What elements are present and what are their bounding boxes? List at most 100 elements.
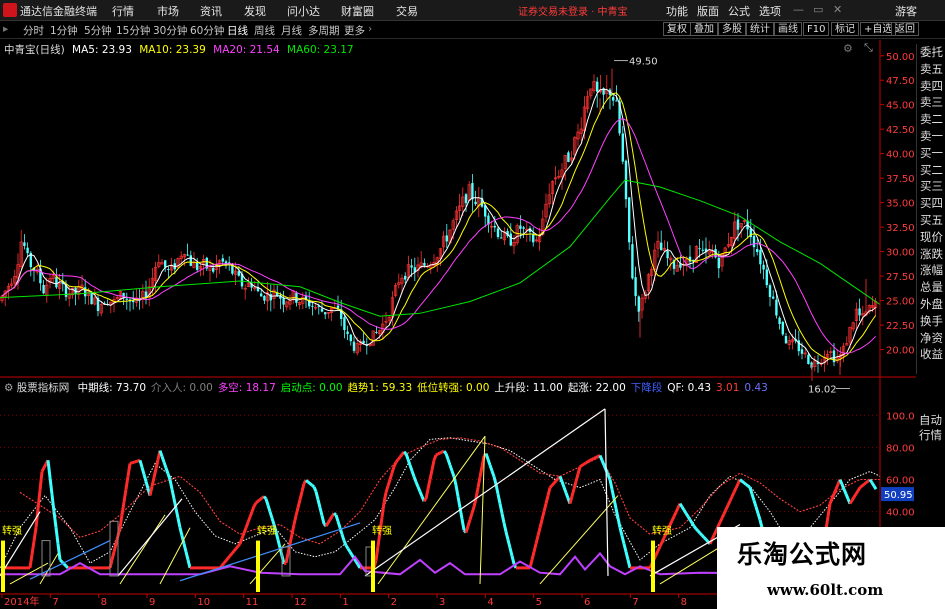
ind-osc-down [164, 467, 170, 475]
ind-osc-up [670, 515, 676, 522]
ind-osc-down [50, 494, 56, 512]
ind-osc-up [437, 451, 441, 456]
ind-osc-up [259, 496, 263, 501]
side-panel-item[interactable]: 卖四 [917, 78, 945, 95]
date-tick-label: 9 [149, 597, 155, 608]
ind-osc-down [184, 551, 190, 561]
ind-osc-down [316, 499, 322, 509]
ind-osc-up [152, 468, 158, 478]
quote-side-panel: 委托 卖五 卖四 卖三 卖二 卖一 买一 买二 买三 买四 买五 现价 涨跌 涨幅 总量 外盘 换手 净资 收益 [916, 44, 945, 374]
side-panel-item[interactable]: 涨跌 [917, 246, 945, 263]
price-tick-label: 22.50 [886, 321, 915, 332]
side-panel-item[interactable]: 买一 [917, 145, 945, 162]
ind-osc-up [718, 517, 724, 524]
ind-osc-up [726, 500, 732, 506]
candle-down [445, 235, 448, 242]
ind-osc-up [126, 463, 132, 477]
date-tick-label: 2014年 [4, 595, 39, 608]
ind-osc-up [552, 479, 558, 485]
side-panel-item[interactable]: 涨幅 [917, 262, 945, 279]
ind-osc-down [678, 502, 684, 508]
ind-osc-down [608, 479, 614, 490]
ma20-line [1, 118, 876, 355]
ind-osc-down [682, 509, 688, 515]
candle-down [768, 285, 772, 298]
ind-osc-down [166, 473, 172, 481]
ind-osc-up [656, 545, 662, 552]
side-panel-item[interactable]: 买二 [917, 162, 945, 179]
ind-osc-up [226, 554, 232, 560]
price-tick-label: 35.00 [886, 199, 915, 210]
indicator-current-label: 50.95 [884, 490, 913, 501]
ind-osc-down [618, 527, 624, 537]
candle-down [807, 354, 810, 365]
ind-osc-down [739, 478, 743, 483]
side-panel-item[interactable]: 换手 [917, 313, 945, 330]
ind-osc-down [754, 506, 760, 514]
candle-down [189, 255, 192, 266]
ind-osc-up [583, 461, 587, 466]
signal-bar [651, 540, 655, 592]
ind-osc-up [430, 459, 436, 471]
side-panel-item[interactable]: 收益 [917, 346, 945, 363]
side-panel-item[interactable]: 买四 [917, 195, 945, 212]
ind-osc-up [246, 516, 252, 523]
ind-osc-up [854, 489, 860, 495]
side-panel-item[interactable]: 委托 [917, 44, 945, 61]
candle-down [500, 237, 503, 239]
candle-down [375, 332, 378, 334]
ind-osc-up [118, 514, 124, 528]
date-tick-label: 7 [52, 597, 58, 608]
side-panel-item[interactable]: 卖二 [917, 111, 945, 128]
indicator-tick-label: 60.00 [886, 476, 915, 487]
indicator-gear-icon[interactable]: ⚙ [4, 382, 13, 394]
ind-white-trend [117, 498, 183, 577]
ind-osc-down [318, 507, 324, 517]
side-panel-item[interactable]: 卖五 [917, 61, 945, 78]
auto-panel-item[interactable]: 行情 [916, 428, 945, 443]
ind-osc-up [112, 543, 118, 553]
ind-osc-up [720, 513, 726, 519]
kline-chart[interactable]: 49.50 16.02 转强 转强 转强 转强 50.00 47.50 45.00 42.50… [0, 0, 945, 609]
ind-osc-down [176, 517, 182, 529]
indicator-item: 多空: 18.17 [217, 382, 276, 394]
ind-osc-down [270, 517, 276, 525]
price-tick-label: 27.50 [886, 272, 915, 283]
ind-osc-up [544, 495, 550, 505]
ind-osc-up [124, 476, 130, 490]
ind-osc-down [262, 495, 268, 500]
ind-osc-up [296, 499, 302, 509]
watermark-url: www.60lt.com [767, 581, 884, 599]
side-panel-item[interactable]: 卖一 [917, 128, 945, 145]
signal-label: 转强 [257, 524, 277, 537]
ind-osc-down [410, 470, 416, 478]
ind-osc-down [492, 476, 498, 485]
side-panel-item[interactable]: 买五 [917, 212, 945, 229]
signal-label: 转强 [2, 524, 22, 537]
price-tick-label: 47.50 [886, 76, 915, 87]
side-panel-item[interactable]: 现价 [917, 229, 945, 246]
ind-osc-down [140, 466, 146, 475]
ind-osc-up [554, 477, 560, 482]
candle-down [26, 247, 29, 254]
auto-panel-item[interactable]: 自动 [916, 413, 945, 428]
ind-osc-up [220, 562, 226, 567]
side-panel-item[interactable]: 净资 [917, 330, 945, 347]
ind-osc-up [133, 460, 137, 464]
ind-osc-down [446, 458, 452, 466]
ind-osc-up [536, 527, 542, 537]
side-panel-item[interactable]: 外盘 [917, 296, 945, 313]
ind-osc-down [508, 547, 514, 557]
ind-osc-down [312, 486, 318, 493]
ind-osc-up [232, 547, 238, 552]
indicator-name[interactable]: 股票指标网 [17, 382, 70, 394]
side-panel-item[interactable]: 卖三 [917, 94, 945, 111]
side-panel-item[interactable]: 买三 [917, 178, 945, 195]
ind-osc-up [42, 463, 48, 469]
date-tick-label: 10 [197, 597, 210, 608]
ind-osc-up [658, 541, 664, 548]
ind-osc-down [450, 470, 456, 478]
ind-osc-up [668, 520, 674, 526]
ind-osc-up [464, 525, 470, 534]
side-panel-item[interactable]: 总量 [917, 279, 945, 296]
